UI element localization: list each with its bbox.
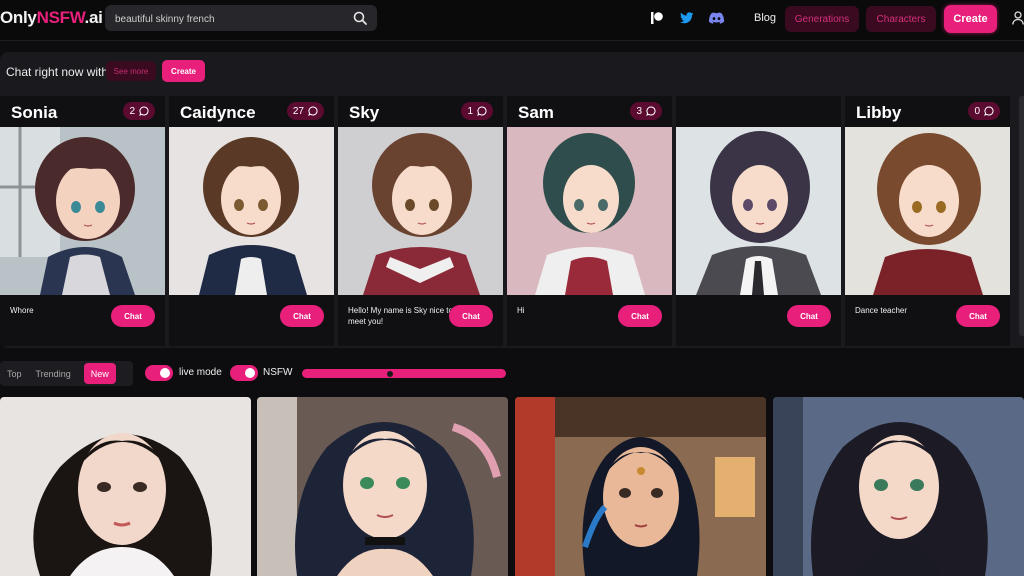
message-count-badge: 3 — [630, 102, 662, 120]
character-name: Sam — [518, 103, 554, 122]
message-count-badge: 2 — [123, 102, 155, 120]
message-count: 1 — [467, 105, 473, 117]
character-description: Dance teacher — [855, 306, 908, 315]
chat-bubble-icon — [308, 106, 318, 116]
character-portrait — [338, 127, 503, 295]
message-count: 2 — [129, 105, 135, 117]
character-description: Hello! My name is Sky nice to meet you! — [348, 306, 453, 326]
character-description: Hi — [517, 306, 525, 315]
message-count-badge: 0 — [968, 102, 1000, 120]
live-mode-label: live mode — [179, 367, 222, 378]
gallery-image[interactable] — [515, 397, 766, 576]
live-mode-toggle[interactable] — [145, 365, 173, 381]
message-count: 27 — [292, 105, 304, 117]
search-icon[interactable] — [353, 11, 367, 30]
logo-suffix: .ai — [84, 8, 103, 27]
message-count: 3 — [636, 105, 642, 117]
create-button[interactable]: Create — [944, 5, 997, 33]
generations-button[interactable]: Generations — [785, 6, 859, 32]
character-card[interactable]: Sam 3 Hi Chat — [507, 96, 672, 346]
discord-icon[interactable] — [709, 11, 725, 29]
character-portrait — [507, 127, 672, 295]
nsfw-label: NSFW — [263, 367, 293, 378]
character-portrait — [676, 127, 841, 295]
character-card[interactable]: Chat — [676, 96, 841, 346]
gallery-image[interactable] — [257, 397, 508, 576]
see-more-button[interactable]: See more — [106, 61, 156, 81]
search-input[interactable] — [113, 9, 347, 29]
character-card[interactable]: Sonia 2 Whore Chat — [0, 96, 165, 346]
character-card[interactable]: Sky 1 Hello! My name is Sky nice to meet… — [338, 96, 503, 346]
chat-button[interactable]: Chat — [449, 305, 493, 327]
logo-prefix: Only — [0, 8, 37, 27]
tab-trending[interactable]: Trending — [29, 363, 78, 384]
patreon-icon[interactable] — [650, 11, 664, 30]
gallery-image[interactable] — [773, 397, 1024, 576]
message-count: 0 — [974, 105, 980, 117]
chat-bubble-icon — [139, 106, 149, 116]
characters-button[interactable]: Characters — [866, 6, 936, 32]
tab-top[interactable]: Top — [0, 363, 29, 384]
site-logo[interactable]: OnlyNSFW.ai — [0, 8, 103, 28]
chat-bubble-icon — [477, 106, 487, 116]
blog-link[interactable]: Blog — [754, 12, 776, 24]
logo-accent: NSFW — [36, 8, 85, 27]
chat-bubble-icon — [646, 106, 656, 116]
search-bar — [105, 5, 377, 31]
character-portrait — [0, 127, 165, 295]
character-name: Libby — [856, 103, 902, 122]
chat-button[interactable]: Chat — [280, 305, 324, 327]
chat-button[interactable]: Chat — [111, 305, 155, 327]
user-icon[interactable] — [1012, 11, 1024, 30]
chat-button[interactable]: Chat — [956, 305, 1000, 327]
sort-tabs: Top Trending New — [0, 361, 133, 386]
character-name: Caidynce — [180, 103, 256, 122]
level-slider[interactable] — [302, 369, 506, 378]
character-portrait — [845, 127, 1010, 295]
top-navbar: OnlyNSFW.ai Blog Generations Characters … — [0, 0, 1024, 41]
character-portrait — [169, 127, 334, 295]
character-description: Whore — [10, 306, 34, 315]
gallery-image[interactable] — [0, 397, 251, 576]
character-card[interactable]: Caidynce 27 Chat — [169, 96, 334, 346]
character-card[interactable]: Libby 0 Dance teacher Chat — [845, 96, 1010, 346]
tab-new[interactable]: New — [83, 363, 116, 384]
character-name: Sonia — [11, 103, 58, 122]
message-count-badge: 1 — [461, 102, 493, 120]
chat-now-heading: Chat right now with — [6, 65, 109, 79]
chat-bubble-icon — [984, 106, 994, 116]
character-name: Sky — [349, 103, 380, 122]
twitter-icon[interactable] — [680, 11, 694, 29]
message-count-badge: 27 — [286, 102, 324, 120]
slider-thumb[interactable] — [387, 371, 393, 377]
chat-button[interactable]: Chat — [787, 305, 831, 327]
next-card-edge — [1019, 96, 1024, 336]
nsfw-toggle[interactable] — [230, 365, 258, 381]
create-character-button[interactable]: Create — [162, 60, 205, 82]
chat-button[interactable]: Chat — [618, 305, 662, 327]
